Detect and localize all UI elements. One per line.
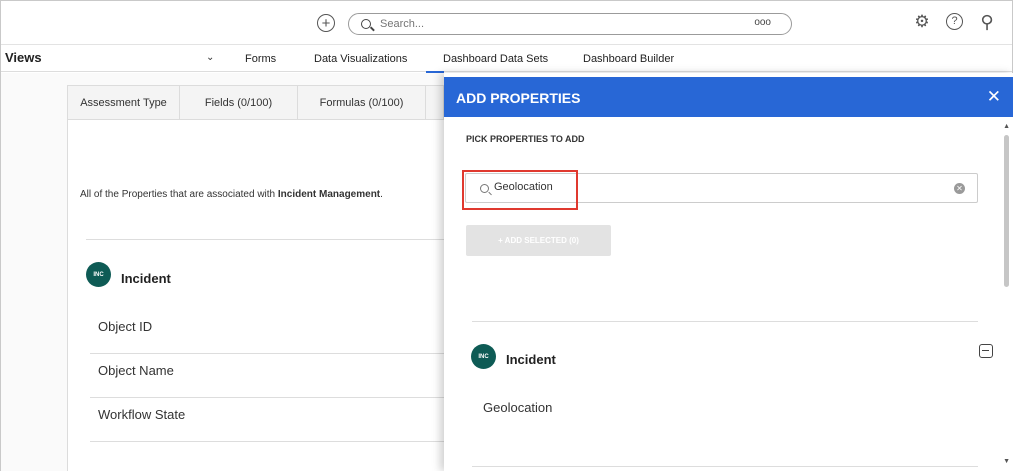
- property-item[interactable]: Object Name: [98, 363, 174, 378]
- nav-item-data-visualizations[interactable]: Data Visualizations: [314, 53, 407, 65]
- global-search-input[interactable]: [380, 18, 710, 30]
- nav-item-forms[interactable]: Forms: [245, 53, 276, 65]
- tab-formulas[interactable]: Formulas (0/100): [298, 86, 426, 120]
- tab-fields[interactable]: Fields (0/100): [180, 86, 298, 120]
- nav-row: Views ⌄ Forms Data Visualizations Dashbo…: [1, 46, 1012, 74]
- add-icon[interactable]: +: [317, 14, 335, 32]
- divider: [472, 466, 978, 467]
- global-search[interactable]: ooo: [348, 13, 792, 35]
- description-suffix: .: [380, 189, 383, 200]
- divider: [90, 441, 444, 442]
- divider: [90, 353, 444, 354]
- collapse-icon[interactable]: [979, 344, 993, 358]
- description-object-name: Incident Management: [277, 189, 381, 200]
- divider: [86, 239, 444, 240]
- close-icon[interactable]: ✕: [987, 87, 1001, 107]
- description-text: All of the Properties that are associate…: [80, 189, 278, 200]
- divider: [472, 321, 978, 322]
- property-option[interactable]: Geolocation: [483, 400, 552, 415]
- user-icon[interactable]: ⚲: [978, 13, 996, 31]
- panel-title: ADD PROPERTIES: [456, 90, 581, 106]
- tab-assessment-type[interactable]: Assessment Type: [68, 86, 180, 120]
- help-icon[interactable]: ?: [946, 13, 963, 30]
- chevron-down-icon[interactable]: ⌄: [206, 52, 214, 63]
- add-selected-button[interactable]: + ADD SELECTED (0): [466, 225, 611, 256]
- clear-icon[interactable]: ✕: [954, 183, 965, 194]
- scroll-down-icon[interactable]: ▼: [1003, 458, 1010, 465]
- object-badge: INC: [86, 262, 111, 287]
- nav-item-dashboard-builder[interactable]: Dashboard Builder: [583, 53, 674, 65]
- highlight-box: [462, 170, 578, 210]
- properties-description: All of the Properties that are associate…: [80, 189, 383, 200]
- pick-properties-label: PICK PROPERTIES TO ADD: [466, 134, 585, 144]
- views-dropdown-label[interactable]: Views: [5, 50, 42, 65]
- more-options-icon[interactable]: ooo: [754, 17, 771, 28]
- add-properties-panel: ADD PROPERTIES ✕ PICK PROPERTIES TO ADD …: [444, 73, 1013, 471]
- panel-header: ADD PROPERTIES ✕: [444, 77, 1013, 117]
- object-title: Incident: [121, 271, 171, 286]
- nav-item-dashboard-data-sets[interactable]: Dashboard Data Sets: [443, 53, 548, 65]
- search-icon: [361, 19, 371, 29]
- scroll-up-icon[interactable]: ▲: [1003, 123, 1010, 130]
- object-title: Incident: [506, 352, 556, 367]
- top-bar: + ooo ⚙ ? ⚲: [1, 1, 1012, 45]
- settings-icon[interactable]: ⚙: [913, 13, 931, 31]
- property-item[interactable]: Workflow State: [98, 407, 185, 422]
- property-item[interactable]: Object ID: [98, 319, 152, 334]
- divider: [90, 397, 444, 398]
- tab-bar: Assessment Type Fields (0/100) Formulas …: [67, 85, 444, 120]
- object-badge: INC: [471, 344, 496, 369]
- scrollbar-thumb[interactable]: [1004, 135, 1009, 287]
